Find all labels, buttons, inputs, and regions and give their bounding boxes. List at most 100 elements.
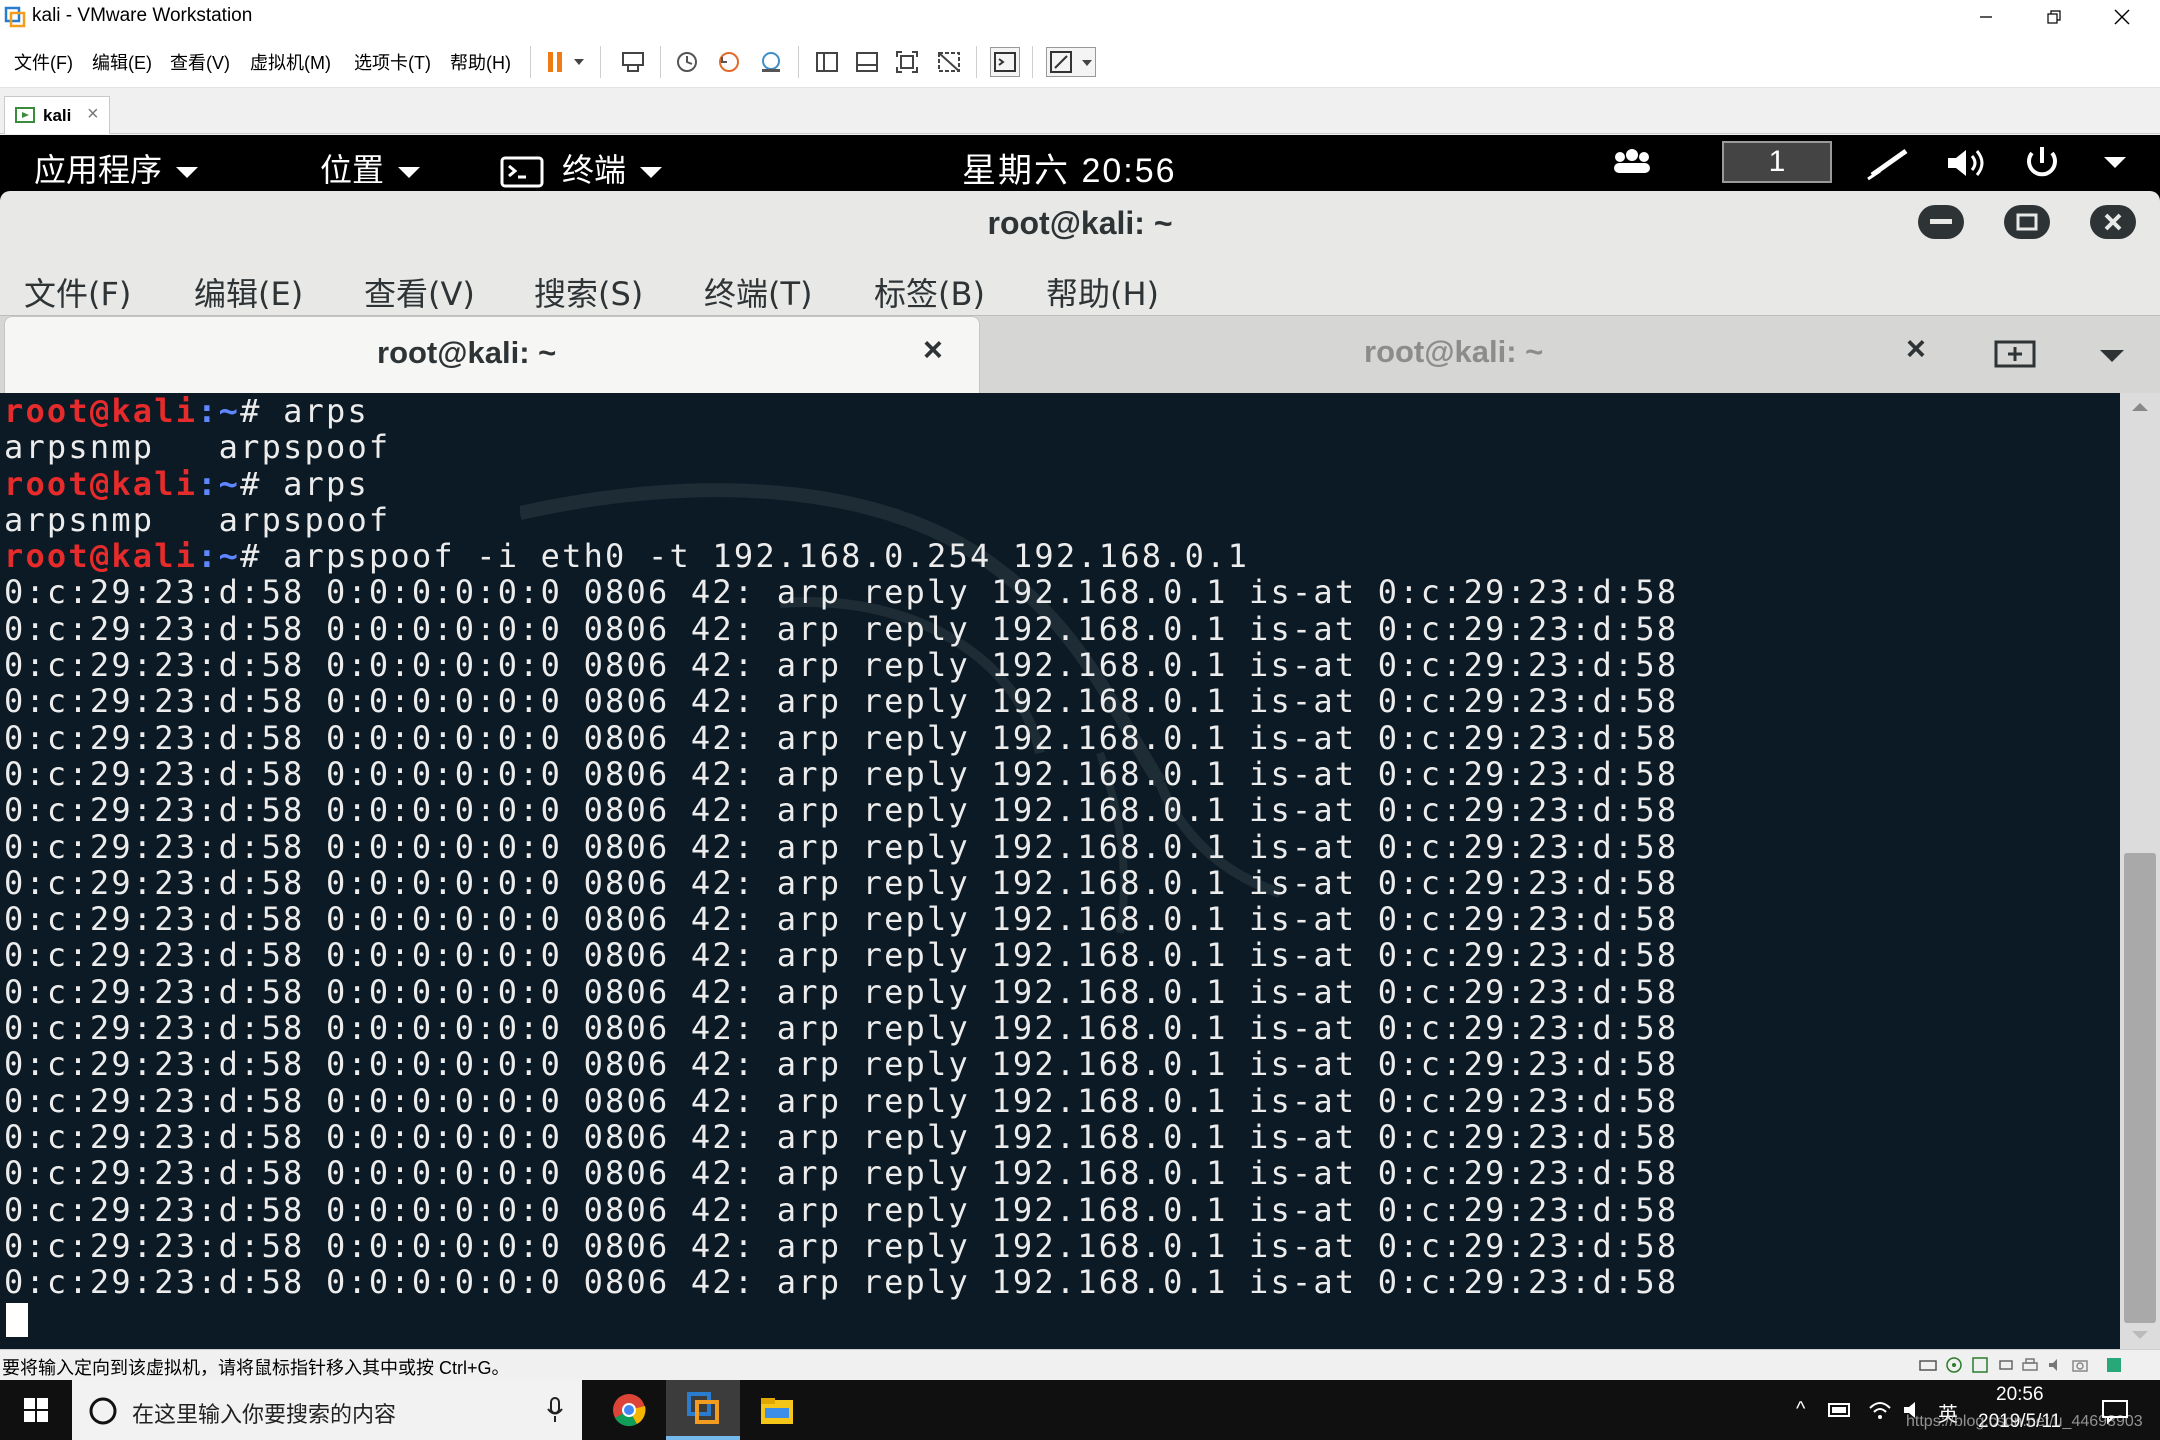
terminal-menu-help[interactable]: 帮助(H) xyxy=(1046,269,1159,315)
snapshot-button[interactable] xyxy=(672,47,702,77)
vm-tab-strip: kali × xyxy=(0,88,2160,134)
terminal-menu-edit[interactable]: 编辑(E) xyxy=(194,269,303,315)
system-menu-caret-icon[interactable] xyxy=(2104,157,2126,168)
close-tab-icon[interactable]: × xyxy=(923,331,943,370)
terminal-output-line: 0:c:29:23:d:58 0:0:0:0:0:0 0806 42: arp … xyxy=(4,1190,1679,1229)
terminal-output-line: 0:c:29:23:d:58 0:0:0:0:0:0 0806 42: arp … xyxy=(4,791,1679,830)
sound-card-icon[interactable] xyxy=(2046,1355,2066,1375)
vmware-taskbar-button[interactable] xyxy=(666,1380,740,1440)
fullscreen-button[interactable] xyxy=(892,47,922,77)
toolbar-separator xyxy=(976,46,977,78)
microphone-icon[interactable] xyxy=(546,1396,564,1424)
terminal-minimize-button[interactable] xyxy=(1918,205,1964,239)
tab-list-caret-icon[interactable] xyxy=(2100,350,2124,362)
new-tab-icon[interactable] xyxy=(1994,336,2038,370)
clock[interactable]: 星期六 20:56 xyxy=(962,143,1177,192)
message-log-icon[interactable] xyxy=(2104,1355,2124,1375)
workspace-indicator[interactable]: 1 xyxy=(1722,141,1832,183)
close-icon xyxy=(2114,9,2130,25)
network-icon[interactable] xyxy=(1866,145,1914,181)
power-icon[interactable] xyxy=(2020,143,2064,183)
show-hidden-icons-icon[interactable]: ^ xyxy=(1796,1398,1805,1421)
hard-disk-icon[interactable] xyxy=(1918,1355,1938,1375)
terminal-app-menu[interactable]: 终端 xyxy=(500,145,663,191)
vm-guest-display[interactable]: 应用程序 位置 终端 星期六 20:56 1 root@kali: ~ 文件(F… xyxy=(0,135,2160,1349)
terminal-menu-search[interactable]: 搜索(S) xyxy=(534,269,643,315)
terminal-menu-tabs[interactable]: 标签(B) xyxy=(874,269,985,315)
file-explorer-taskbar-button[interactable] xyxy=(740,1380,814,1440)
chrome-icon xyxy=(613,1394,646,1427)
terminal-menu-file[interactable]: 文件(F) xyxy=(24,269,131,315)
terminal-output[interactable]: root@kali:~# arps arpsnmp arpspoof root@ka… xyxy=(0,393,2120,1349)
toolbar-separator xyxy=(798,46,799,78)
menu-tabs[interactable]: 选项卡(T) xyxy=(354,49,431,75)
prompt-command: arpspoof -i eth0 -t 192.168.0.254 192.16… xyxy=(283,537,1250,576)
restore-button[interactable] xyxy=(2020,0,2088,34)
prompt-command: arps xyxy=(283,464,369,503)
terminal-output-line: 0:c:29:23:d:58 0:0:0:0:0:0 0806 42: arp … xyxy=(4,646,1679,685)
scroll-up-icon[interactable] xyxy=(2130,401,2150,413)
vm-tab-label: kali xyxy=(43,106,72,125)
volume-icon[interactable] xyxy=(1944,145,1992,181)
close-button[interactable] xyxy=(2088,0,2156,34)
menu-file[interactable]: 文件(F) xyxy=(14,49,73,75)
minimize-icon xyxy=(1980,16,1992,18)
scrollbar-thumb[interactable] xyxy=(2124,853,2156,1323)
users-icon[interactable] xyxy=(1610,147,1654,177)
stretch-icon xyxy=(1050,51,1092,73)
terminal-close-button[interactable] xyxy=(2090,205,2136,239)
terminal-maximize-button[interactable] xyxy=(2004,205,2050,239)
wifi-icon[interactable] xyxy=(1868,1400,1892,1420)
menu-view[interactable]: 查看(V) xyxy=(170,49,230,75)
chrome-taskbar-button[interactable] xyxy=(592,1380,666,1440)
thumbnail-bar-button[interactable] xyxy=(852,47,882,77)
start-button[interactable] xyxy=(0,1380,72,1440)
prompt-user: root@kali xyxy=(4,464,198,503)
menu-edit[interactable]: 编辑(E) xyxy=(92,49,152,75)
close-tab-icon[interactable]: × xyxy=(87,103,99,126)
cd-dvd-icon[interactable] xyxy=(1944,1355,1964,1375)
stretch-guest-button[interactable] xyxy=(1046,47,1096,77)
close-tab-icon[interactable]: × xyxy=(1906,330,1926,369)
prompt-symbol: # xyxy=(240,464,284,503)
windows-logo-icon xyxy=(24,1398,48,1422)
terminal-output-line: 0:c:29:23:d:58 0:0:0:0:0:0 0806 42: arp … xyxy=(4,1117,1679,1156)
show-library-button[interactable] xyxy=(812,47,842,77)
places-menu[interactable]: 位置 xyxy=(320,145,421,191)
snapshot-manager-button[interactable] xyxy=(756,47,786,77)
send-ctrl-alt-del-button[interactable] xyxy=(618,47,648,77)
caret-down-icon xyxy=(176,166,199,178)
battery-icon[interactable] xyxy=(1828,1402,1854,1418)
terminal-output-line: 0:c:29:23:d:58 0:0:0:0:0:0 0806 42: arp … xyxy=(4,609,1679,648)
taskbar-search-box[interactable]: 在这里输入你要搜索的内容 xyxy=(72,1380,582,1440)
terminal-icon xyxy=(500,156,544,188)
terminal-window-title: root@kali: ~ xyxy=(987,205,1173,241)
network-adapter-icon[interactable] xyxy=(1970,1355,1990,1375)
terminal-menu-view[interactable]: 查看(V) xyxy=(364,269,475,315)
menu-help[interactable]: 帮助(H) xyxy=(450,49,511,75)
terminal-scrollbar[interactable] xyxy=(2120,393,2160,1349)
restore-icon xyxy=(2047,10,2061,24)
terminal-tab-active[interactable]: root@kali: ~ × xyxy=(4,316,980,394)
action-center-icon[interactable] xyxy=(2100,1398,2130,1424)
scroll-down-icon[interactable] xyxy=(2130,1329,2150,1341)
close-icon xyxy=(2104,213,2122,231)
prompt-path: :~ xyxy=(197,537,241,576)
unity-button[interactable] xyxy=(934,47,964,77)
prompt-symbol: # xyxy=(240,537,284,576)
revert-snapshot-button[interactable] xyxy=(714,47,744,77)
camera-icon[interactable] xyxy=(2070,1355,2090,1375)
taskbar-time[interactable]: 20:56 xyxy=(1996,1384,2044,1406)
vmware-status-bar: 要将输入定向到该虚拟机，请将鼠标指针移入其中或按 Ctrl+G。 xyxy=(0,1349,2160,1379)
terminal-menu-terminal[interactable]: 终端(T) xyxy=(704,269,813,315)
console-view-button[interactable] xyxy=(990,47,1020,77)
printer-icon[interactable] xyxy=(2020,1355,2040,1375)
pause-button[interactable] xyxy=(540,47,592,77)
terminal-output-line: 0:c:29:23:d:58 0:0:0:0:0:0 0806 42: arp … xyxy=(4,573,1679,612)
minimize-button[interactable] xyxy=(1952,0,2020,34)
applications-menu[interactable]: 应用程序 xyxy=(34,145,199,191)
terminal-tab-inactive[interactable]: root@kali: ~ × xyxy=(984,316,2160,394)
menu-vm[interactable]: 虚拟机(M) xyxy=(250,49,331,75)
vm-tab-kali[interactable]: kali × xyxy=(4,96,110,134)
usb-icon[interactable] xyxy=(1996,1355,2016,1375)
